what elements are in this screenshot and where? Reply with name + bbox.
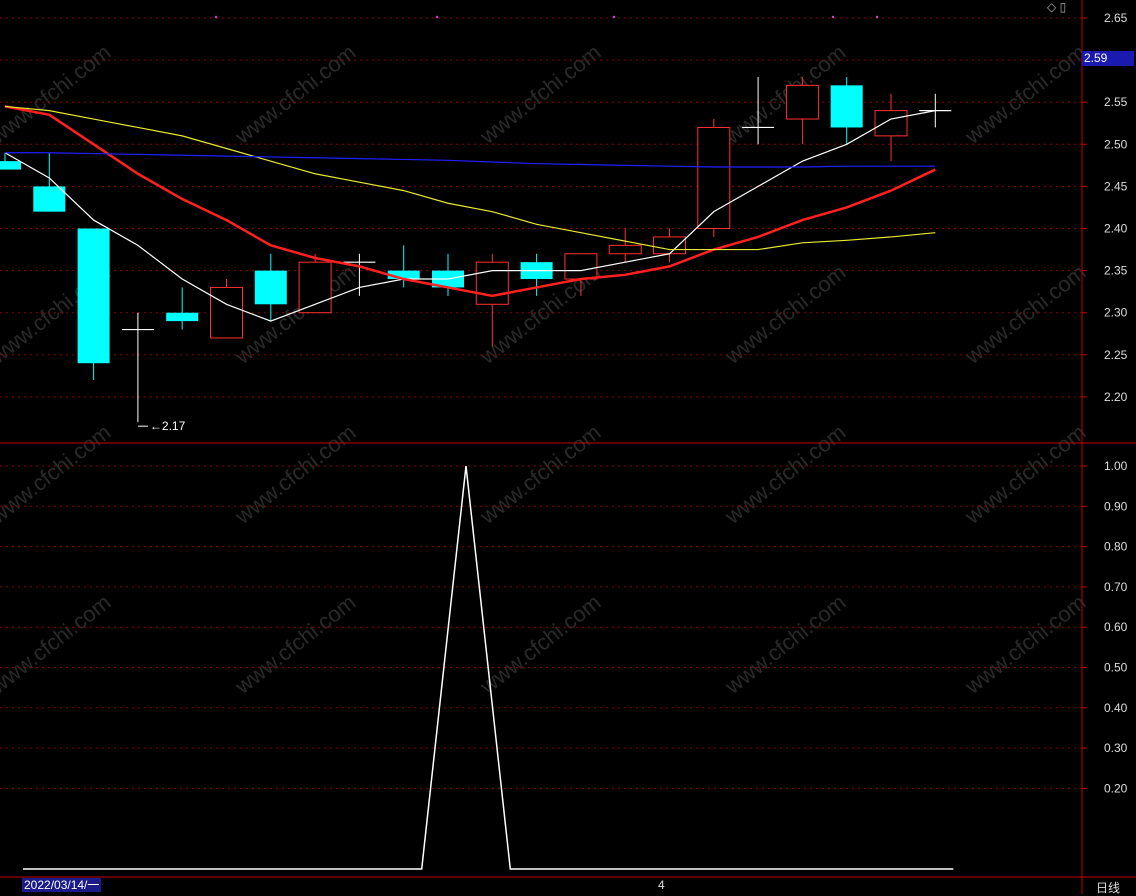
candle-body <box>874 110 908 137</box>
signal-dot <box>612 15 616 19</box>
watermark-text: www.cfchi.com <box>475 589 606 699</box>
period-selector[interactable]: 日线 <box>1096 879 1120 896</box>
panel-toggle-icon[interactable]: ◇ ▯ <box>1047 0 1066 14</box>
price-tick-label: 2.50 <box>1104 137 1128 151</box>
price-tick-label: 2.45 <box>1104 179 1128 193</box>
indicator-tick-label: 1.00 <box>1104 459 1128 473</box>
signal-dot <box>214 15 218 19</box>
candle-body <box>608 244 642 255</box>
low-marker-label: ←2.17 <box>150 419 186 433</box>
price-y-axis: 2.652.602.552.502.452.402.352.302.252.20 <box>1082 11 1128 404</box>
watermark-text: www.cfchi.com <box>475 39 606 149</box>
watermark-text: www.cfchi.com <box>230 589 361 699</box>
candle-body <box>166 312 199 322</box>
current-price-badge: 2.59 <box>1082 51 1134 66</box>
indicator-tick-label: 0.70 <box>1104 580 1128 594</box>
watermark-text: www.cfchi.com <box>230 259 361 369</box>
signal-dot <box>435 15 439 19</box>
candle-body <box>475 261 509 305</box>
price-tick-label: 2.65 <box>1104 11 1128 25</box>
watermark-text: www.cfchi.com <box>0 39 115 149</box>
candle-body <box>77 228 110 364</box>
watermark-text: www.cfchi.com <box>475 419 606 529</box>
price-tick-label: 2.35 <box>1104 264 1128 278</box>
candle-body <box>0 161 21 170</box>
candle-body <box>785 84 819 120</box>
watermark-text: www.cfchi.com <box>720 419 851 529</box>
indicator-tick-label: 0.60 <box>1104 620 1128 634</box>
cursor-position-mark: 4 <box>658 878 665 892</box>
watermark-layer: www.cfchi.com www.cfchi.com www.cfchi.com w… <box>0 39 1090 699</box>
indicator-gridlines <box>0 465 1082 789</box>
indicator-tick-label: 0.40 <box>1104 701 1128 715</box>
candle-body <box>298 261 332 314</box>
watermark-text: www.cfchi.com <box>720 259 851 369</box>
price-tick-label: 2.30 <box>1104 306 1128 320</box>
watermark-text: www.cfchi.com <box>230 419 361 529</box>
candle-body <box>564 253 598 280</box>
price-tick-label: 2.40 <box>1104 222 1128 236</box>
indicator-tick-label: 0.80 <box>1104 540 1128 554</box>
watermark-text: www.cfchi.com <box>0 589 115 699</box>
signal-dot <box>831 15 835 19</box>
watermark-text: www.cfchi.com <box>960 39 1091 149</box>
watermark-text: www.cfchi.com <box>960 419 1091 529</box>
candle-body <box>254 270 287 305</box>
watermark-text: www.cfchi.com <box>230 39 361 149</box>
candle-body <box>33 186 66 212</box>
chart-stage: www.cfchi.com www.cfchi.com www.cfchi.com w… <box>0 0 1136 894</box>
low-price-marker: ←2.17 <box>137 419 186 433</box>
price-tick-label: 2.25 <box>1104 348 1128 362</box>
price-tick-label: 2.55 <box>1104 95 1128 109</box>
indicator-tick-label: 0.20 <box>1104 781 1128 795</box>
candle-body <box>210 286 243 339</box>
indicator-y-axis: 1.00 0.90 0.80 0.70 0.60 0.50 0.40 0.30 0.20 <box>1082 459 1128 795</box>
moving-average-line <box>4 105 936 298</box>
indicator-tick-label: 0.90 <box>1104 499 1128 513</box>
indicator-tick-label: 0.50 <box>1104 661 1128 675</box>
signal-dot <box>875 15 879 19</box>
indicator-tick-label: 0.30 <box>1104 741 1128 755</box>
candle-body <box>697 126 731 229</box>
watermark-text: www.cfchi.com <box>960 589 1091 699</box>
watermark-text: www.cfchi.com <box>0 419 115 529</box>
candle-body <box>653 236 686 255</box>
candle-body <box>830 85 863 128</box>
cursor-date-label: 2022/03/14/一 <box>22 878 102 892</box>
watermark-text: www.cfchi.com <box>720 589 851 699</box>
watermark-text: www.cfchi.com <box>960 259 1091 369</box>
price-gridlines <box>0 17 1082 398</box>
price-tick-label: 2.20 <box>1104 390 1128 404</box>
